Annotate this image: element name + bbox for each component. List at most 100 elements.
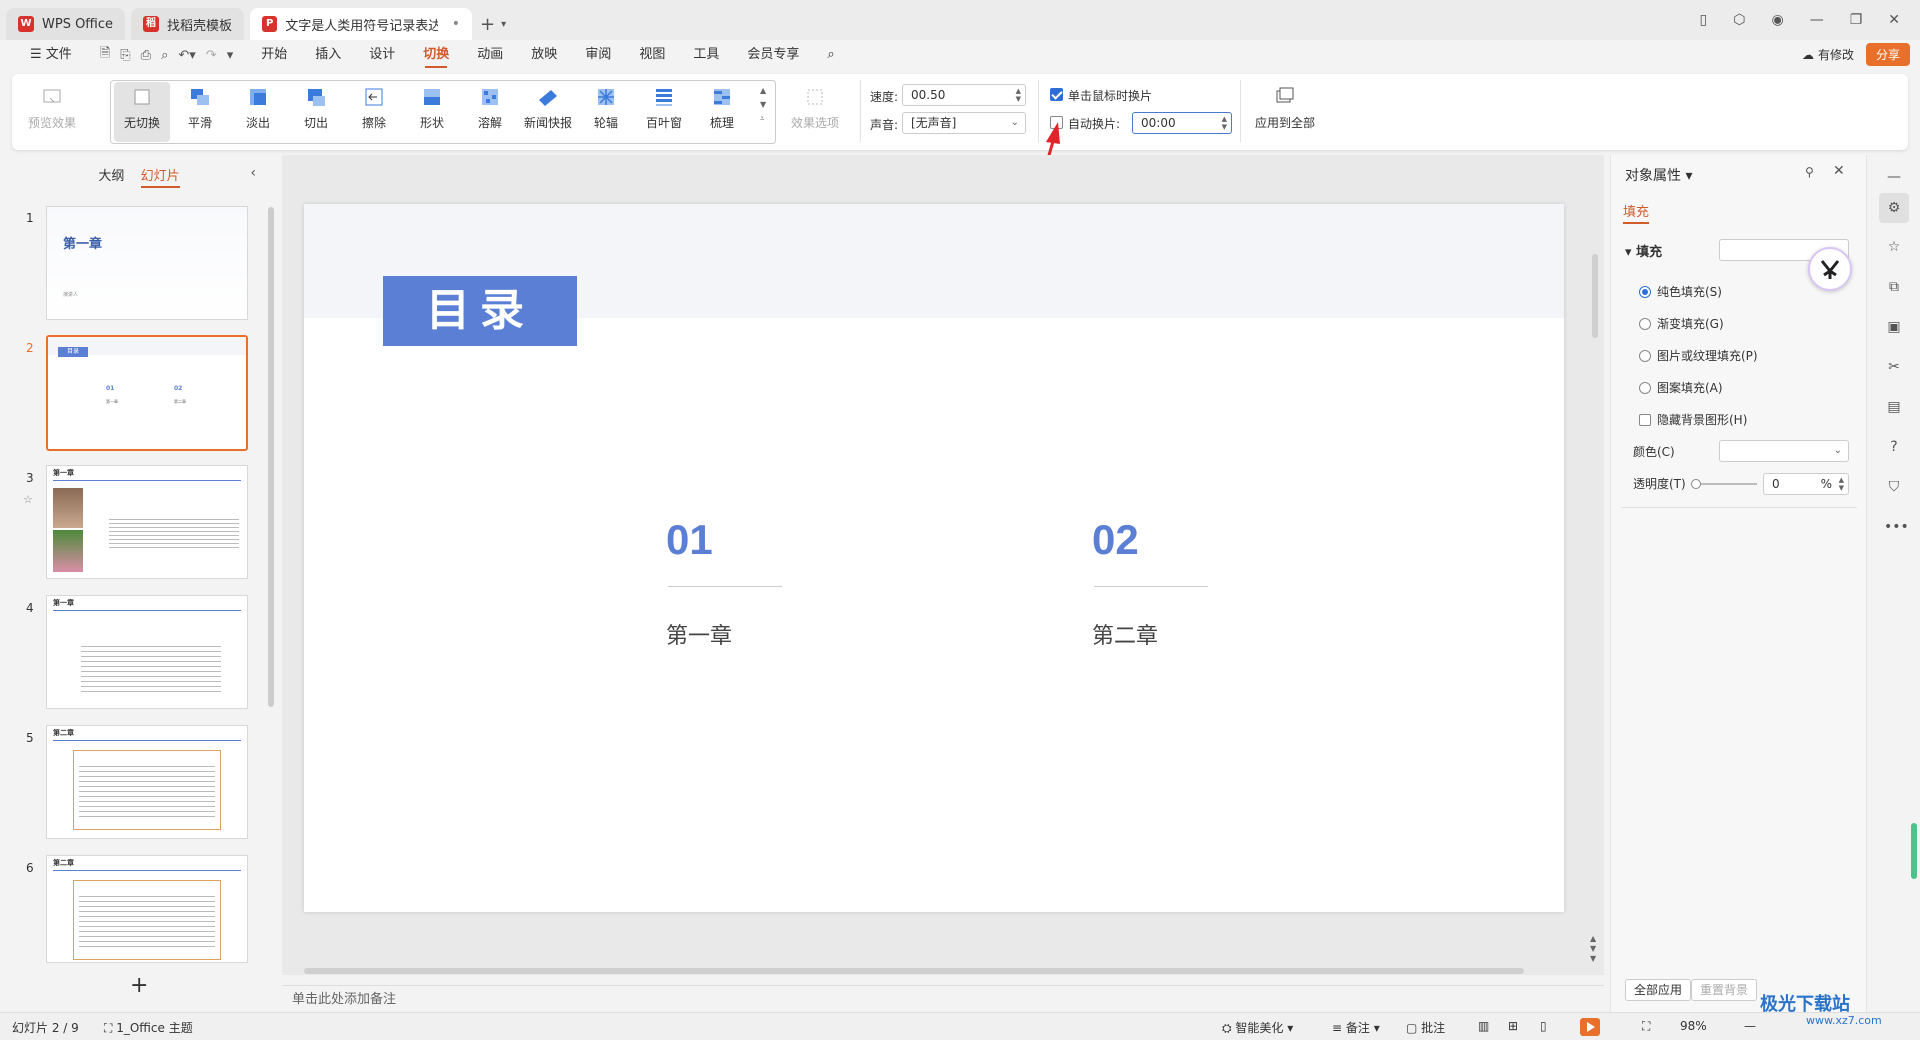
menu-slideshow[interactable]: 放映 (517, 40, 571, 70)
book-icon[interactable]: ▤ (1884, 397, 1904, 417)
notes-button[interactable]: ≡ 备注 ▾ (1332, 1019, 1380, 1036)
reset-background-button[interactable]: 重置背景 (1691, 979, 1758, 1001)
menu-file[interactable]: ☰ 文件 (16, 40, 86, 70)
properties-icon[interactable]: ⚙ (1879, 193, 1909, 223)
help-icon[interactable]: ? (1884, 437, 1904, 457)
option-hide-background[interactable]: 隐藏背景图形(H) (1639, 411, 1747, 428)
close-icon[interactable]: ✕ (1888, 12, 1900, 28)
slide-thumbnail-3[interactable]: 第一章 (46, 465, 248, 579)
slide-thumbnail-4[interactable]: 第一章 (46, 595, 248, 709)
star-icon[interactable]: ☆ (1884, 237, 1904, 257)
tools-icon[interactable]: ✂ (1884, 357, 1904, 377)
menu-transition[interactable]: 切换 (409, 40, 463, 70)
toc-number-2[interactable]: 02 (1092, 516, 1139, 564)
normal-view-icon[interactable]: ▥ (1478, 1019, 1489, 1033)
notes-pane[interactable]: 单击此处添加备注 (282, 985, 1604, 1013)
print-icon[interactable]: ⎙ (141, 48, 151, 63)
apply-all-button[interactable]: 应用到全部 (1248, 82, 1322, 142)
transition-blinds[interactable]: 百叶窗 (636, 82, 692, 142)
tab-fill[interactable]: 填充 (1623, 201, 1650, 224)
new-tab-button[interactable]: + ▾ (480, 8, 506, 40)
spinner-icon[interactable]: ▲ ▼ (1016, 87, 1021, 103)
menu-insert[interactable]: 插入 (301, 40, 355, 70)
horizontal-scrollbar[interactable] (304, 968, 1524, 974)
panel-scrollbar[interactable] (268, 207, 274, 707)
spinner-icon[interactable]: ▲ ▼ (1222, 115, 1227, 131)
undo-icon[interactable]: ↶▾ (178, 48, 195, 63)
close-icon[interactable]: ✕ (1833, 163, 1845, 179)
transition-smooth[interactable]: 平滑 (172, 82, 228, 142)
scroll-arrows[interactable]: ▲ ▼ ▼ (1590, 934, 1596, 964)
copy-icon[interactable]: ⧉ (1884, 277, 1904, 297)
collapse-icon[interactable]: ‹ (250, 165, 256, 181)
option-picture-fill[interactable]: 图片或纹理填充(P) (1639, 347, 1758, 364)
transition-none[interactable]: 无切换 (114, 82, 170, 142)
redo-icon[interactable]: ↷ (206, 48, 217, 63)
print-preview-icon[interactable]: ⌕ (161, 48, 168, 63)
tab-template[interactable]: 稻 找稻壳模板 (131, 8, 245, 40)
option-gradient-fill[interactable]: 渐变填充(G) (1639, 315, 1724, 332)
vertical-scrollbar[interactable] (1592, 254, 1598, 338)
theme-name[interactable]: ⛶ 1_Office 主题 (104, 1019, 193, 1036)
color-select[interactable]: ⌄ (1719, 440, 1849, 462)
tab-slides[interactable]: 幻灯片 (140, 165, 180, 188)
radio[interactable] (1639, 349, 1651, 362)
add-slide-button[interactable]: + (130, 973, 148, 998)
slide-canvas[interactable]: 目录 01 第一章 02 第二章 (304, 204, 1564, 912)
slide-thumbnail-6[interactable]: 第二章 (46, 855, 248, 963)
option-solid-fill[interactable]: 纯色填充(S) (1639, 283, 1722, 300)
transition-shape[interactable]: 形状 (404, 82, 460, 142)
transition-cut[interactable]: 切出 (288, 82, 344, 142)
minimize-icon[interactable]: — (1810, 12, 1824, 28)
toc-label-1[interactable]: 第一章 (666, 618, 732, 650)
avatar[interactable]: ◉ (1771, 12, 1783, 28)
play-button[interactable] (1580, 1018, 1600, 1036)
toc-label-2[interactable]: 第二章 (1092, 618, 1158, 650)
transition-wheel[interactable]: 轮辐 (578, 82, 634, 142)
cube-icon[interactable]: ⬡ (1733, 12, 1745, 28)
minimize-panel-icon[interactable]: — (1884, 167, 1904, 187)
transition-wipe[interactable]: 擦除 (346, 82, 402, 142)
tab-outline[interactable]: 大纲 (98, 165, 124, 184)
image-edit-icon[interactable]: ▣ (1884, 317, 1904, 337)
export-icon[interactable]: ⎘ (120, 48, 130, 63)
transition-fade[interactable]: 淡出 (230, 82, 286, 142)
transition-dissolve[interactable]: 溶解 (462, 82, 518, 142)
checkbox[interactable] (1639, 413, 1651, 426)
more-icon[interactable]: ▾ (227, 48, 234, 63)
transparency-slider[interactable] (1691, 479, 1757, 489)
panel-title[interactable]: 对象属性 ▾ (1625, 165, 1692, 185)
zoom-level[interactable]: 98% (1680, 1019, 1707, 1033)
tab-document[interactable]: P 文字是人类用符号记录表达信息以 • (250, 8, 473, 40)
tab-wps-office[interactable]: W WPS Office (6, 8, 126, 40)
share-button[interactable]: 分享 (1865, 43, 1910, 66)
speed-input[interactable]: 00.50 ▲ ▼ (902, 84, 1026, 106)
apply-all-button[interactable]: 全部应用 (1625, 979, 1692, 1001)
tab-close-icon[interactable]: • (452, 16, 460, 32)
slide-thumbnail-1[interactable]: 第一章 演讲人 (46, 206, 248, 320)
effect-options-button[interactable]: 效果选项 (782, 82, 848, 142)
option-pattern-fill[interactable]: 图案填充(A) (1639, 379, 1723, 396)
toc-number-1[interactable]: 01 (666, 516, 713, 564)
radio[interactable] (1639, 381, 1651, 394)
shirt-icon[interactable]: ⛉ (1884, 477, 1904, 497)
layout-icon[interactable]: ▯ (1700, 12, 1708, 28)
slide-title[interactable]: 目录 (383, 276, 577, 346)
preview-button[interactable]: 预览效果 (24, 82, 80, 142)
slide-thumbnail-5[interactable]: 第二章 (46, 725, 248, 839)
radio[interactable] (1639, 317, 1651, 330)
menu-member[interactable]: 会员专享 (733, 40, 813, 70)
spinner-icon[interactable]: ▲ ▼ (1839, 476, 1844, 492)
restore-icon[interactable]: ❐ (1850, 12, 1863, 28)
revise-button[interactable]: ☁ 有修改 (1802, 46, 1854, 63)
gallery-scroll[interactable]: ▲ ▼ ⩡ (760, 84, 766, 126)
reading-view-icon[interactable]: ▯ (1540, 1019, 1547, 1033)
fit-icon[interactable]: ⛶ (1642, 1019, 1650, 1034)
zoom-out-icon[interactable]: — (1744, 1019, 1756, 1033)
transition-comb[interactable]: 梳理 (694, 82, 750, 142)
search-icon[interactable]: ⌕ (813, 40, 848, 70)
menu-tools[interactable]: 工具 (679, 40, 733, 70)
grid-view-icon[interactable]: ⊞ (1508, 1019, 1518, 1033)
menu-start[interactable]: 开始 (247, 40, 301, 70)
radio[interactable] (1639, 285, 1651, 298)
